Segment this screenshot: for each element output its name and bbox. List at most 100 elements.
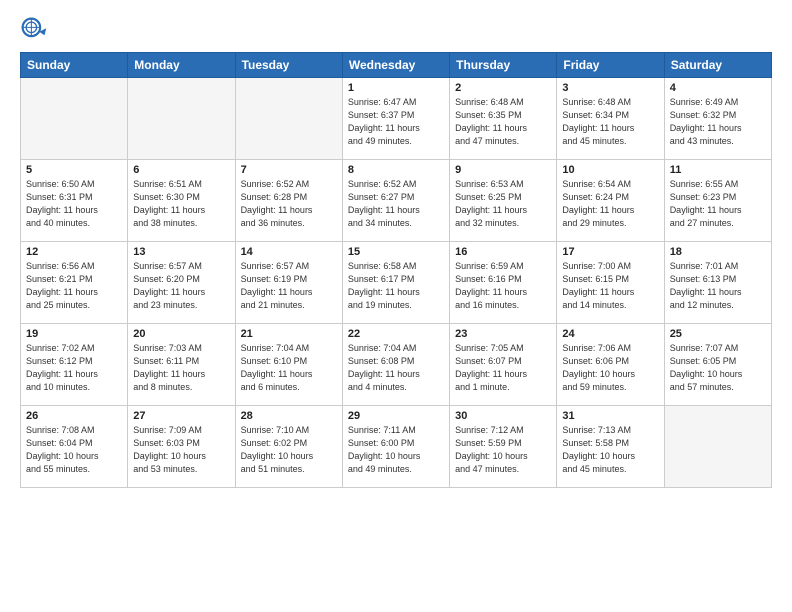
calendar-cell: 3Sunrise: 6:48 AM Sunset: 6:34 PM Daylig… — [557, 78, 664, 160]
day-number: 28 — [241, 410, 337, 422]
calendar-cell: 12 Sunrise: 6:56 AM Sunset: 6:21 PM Dayli… — [21, 242, 128, 324]
day-number: 12 — [26, 246, 122, 258]
day-info: Sunrise: 6:50 AM Sunset: 6:31 PM Dayligh… — [26, 178, 122, 230]
calendar-cell: 17 Sunrise: 7:00 AM Sunset: 6:15 PM Dayli… — [557, 242, 664, 324]
day-info: Sunrise: 6:48 AM Sunset: 6:35 PM Dayligh… — [455, 96, 551, 148]
weekday-header-monday: Monday — [128, 53, 235, 78]
calendar-cell: 2Sunrise: 6:48 AM Sunset: 6:35 PM Daylig… — [450, 78, 557, 160]
week-row-5: 26 Sunrise: 7:08 AM Sunset: 6:04 PM Dayli… — [21, 406, 772, 488]
day-number: 25 — [670, 328, 766, 340]
day-info: Sunrise: 7:07 AM Sunset: 6:05 PM Dayligh… — [670, 342, 766, 394]
day-number: 24 — [562, 328, 658, 340]
calendar-cell: 7 Sunrise: 6:52 AM Sunset: 6:28 PM Daylig… — [235, 160, 342, 242]
day-info: Sunrise: 7:08 AM Sunset: 6:04 PM Dayligh… — [26, 424, 122, 476]
week-row-1: 1Sunrise: 6:47 AM Sunset: 6:37 PM Daylig… — [21, 78, 772, 160]
day-number: 15 — [348, 246, 444, 258]
day-info: Sunrise: 6:56 AM Sunset: 6:21 PM Dayligh… — [26, 260, 122, 312]
day-number: 30 — [455, 410, 551, 422]
day-info: Sunrise: 6:54 AM Sunset: 6:24 PM Dayligh… — [562, 178, 658, 230]
calendar-cell: 29Sunrise: 7:11 AM Sunset: 6:00 PM Dayli… — [342, 406, 449, 488]
calendar-page: SundayMondayTuesdayWednesdayThursdayFrid… — [0, 0, 792, 612]
weekday-header-saturday: Saturday — [664, 53, 771, 78]
calendar-cell: 22 Sunrise: 7:04 AM Sunset: 6:08 PM Dayli… — [342, 324, 449, 406]
calendar-cell: 20 Sunrise: 7:03 AM Sunset: 6:11 PM Dayli… — [128, 324, 235, 406]
calendar-cell: 14 Sunrise: 6:57 AM Sunset: 6:19 PM Dayli… — [235, 242, 342, 324]
calendar-cell: 18 Sunrise: 7:01 AM Sunset: 6:13 PM Dayli… — [664, 242, 771, 324]
day-info: Sunrise: 6:49 AM Sunset: 6:32 PM Dayligh… — [670, 96, 766, 148]
day-info: Sunrise: 7:04 AM Sunset: 6:10 PM Dayligh… — [241, 342, 337, 394]
calendar-cell: 9 Sunrise: 6:53 AM Sunset: 6:25 PM Daylig… — [450, 160, 557, 242]
calendar-cell: 24 Sunrise: 7:06 AM Sunset: 6:06 PM Dayli… — [557, 324, 664, 406]
calendar-cell: 10 Sunrise: 6:54 AM Sunset: 6:24 PM Dayli… — [557, 160, 664, 242]
day-number: 31 — [562, 410, 658, 422]
calendar-cell: 13Sunrise: 6:57 AM Sunset: 6:20 PM Dayli… — [128, 242, 235, 324]
weekday-header-row: SundayMondayTuesdayWednesdayThursdayFrid… — [21, 53, 772, 78]
day-number: 9 — [455, 164, 551, 176]
day-info: Sunrise: 7:00 AM Sunset: 6:15 PM Dayligh… — [562, 260, 658, 312]
calendar-cell: 4Sunrise: 6:49 AM Sunset: 6:32 PM Daylig… — [664, 78, 771, 160]
calendar-cell: 23 Sunrise: 7:05 AM Sunset: 6:07 PM Dayli… — [450, 324, 557, 406]
calendar-cell: 25 Sunrise: 7:07 AM Sunset: 6:05 PM Dayli… — [664, 324, 771, 406]
day-number: 22 — [348, 328, 444, 340]
week-row-2: 5 Sunrise: 6:50 AM Sunset: 6:31 PM Daylig… — [21, 160, 772, 242]
calendar-cell — [664, 406, 771, 488]
calendar-cell: 21 Sunrise: 7:04 AM Sunset: 6:10 PM Dayli… — [235, 324, 342, 406]
calendar-cell: 16Sunrise: 6:59 AM Sunset: 6:16 PM Dayli… — [450, 242, 557, 324]
weekday-header-wednesday: Wednesday — [342, 53, 449, 78]
day-number: 23 — [455, 328, 551, 340]
weekday-header-thursday: Thursday — [450, 53, 557, 78]
calendar-cell: 26 Sunrise: 7:08 AM Sunset: 6:04 PM Dayli… — [21, 406, 128, 488]
calendar-cell: 11 Sunrise: 6:55 AM Sunset: 6:23 PM Dayli… — [664, 160, 771, 242]
day-info: Sunrise: 6:53 AM Sunset: 6:25 PM Dayligh… — [455, 178, 551, 230]
day-number: 5 — [26, 164, 122, 176]
day-info: Sunrise: 7:02 AM Sunset: 6:12 PM Dayligh… — [26, 342, 122, 394]
day-number: 11 — [670, 164, 766, 176]
day-number: 20 — [133, 328, 229, 340]
week-row-3: 12 Sunrise: 6:56 AM Sunset: 6:21 PM Dayli… — [21, 242, 772, 324]
day-number: 27 — [133, 410, 229, 422]
weekday-header-tuesday: Tuesday — [235, 53, 342, 78]
day-number: 29 — [348, 410, 444, 422]
day-info: Sunrise: 7:06 AM Sunset: 6:06 PM Dayligh… — [562, 342, 658, 394]
day-info: Sunrise: 6:52 AM Sunset: 6:28 PM Dayligh… — [241, 178, 337, 230]
week-row-4: 19Sunrise: 7:02 AM Sunset: 6:12 PM Dayli… — [21, 324, 772, 406]
weekday-header-friday: Friday — [557, 53, 664, 78]
day-info: Sunrise: 6:52 AM Sunset: 6:27 PM Dayligh… — [348, 178, 444, 230]
day-number: 17 — [562, 246, 658, 258]
day-info: Sunrise: 6:55 AM Sunset: 6:23 PM Dayligh… — [670, 178, 766, 230]
day-info: Sunrise: 7:03 AM Sunset: 6:11 PM Dayligh… — [133, 342, 229, 394]
day-info: Sunrise: 6:59 AM Sunset: 6:16 PM Dayligh… — [455, 260, 551, 312]
day-info: Sunrise: 6:57 AM Sunset: 6:19 PM Dayligh… — [241, 260, 337, 312]
page-header — [20, 16, 772, 44]
day-info: Sunrise: 7:12 AM Sunset: 5:59 PM Dayligh… — [455, 424, 551, 476]
day-info: Sunrise: 7:09 AM Sunset: 6:03 PM Dayligh… — [133, 424, 229, 476]
day-number: 7 — [241, 164, 337, 176]
calendar-cell: 6Sunrise: 6:51 AM Sunset: 6:30 PM Daylig… — [128, 160, 235, 242]
day-number: 14 — [241, 246, 337, 258]
day-number: 3 — [562, 82, 658, 94]
day-number: 21 — [241, 328, 337, 340]
calendar-cell: 28Sunrise: 7:10 AM Sunset: 6:02 PM Dayli… — [235, 406, 342, 488]
day-info: Sunrise: 7:13 AM Sunset: 5:58 PM Dayligh… — [562, 424, 658, 476]
calendar-cell: 15 Sunrise: 6:58 AM Sunset: 6:17 PM Dayli… — [342, 242, 449, 324]
calendar-cell — [21, 78, 128, 160]
calendar-cell — [128, 78, 235, 160]
day-number: 1 — [348, 82, 444, 94]
calendar-cell: 5 Sunrise: 6:50 AM Sunset: 6:31 PM Daylig… — [21, 160, 128, 242]
day-number: 10 — [562, 164, 658, 176]
day-info: Sunrise: 7:05 AM Sunset: 6:07 PM Dayligh… — [455, 342, 551, 394]
day-info: Sunrise: 6:58 AM Sunset: 6:17 PM Dayligh… — [348, 260, 444, 312]
weekday-header-sunday: Sunday — [21, 53, 128, 78]
calendar-cell: 31 Sunrise: 7:13 AM Sunset: 5:58 PM Dayli… — [557, 406, 664, 488]
day-info: Sunrise: 7:04 AM Sunset: 6:08 PM Dayligh… — [348, 342, 444, 394]
calendar-cell: 19Sunrise: 7:02 AM Sunset: 6:12 PM Dayli… — [21, 324, 128, 406]
day-number: 26 — [26, 410, 122, 422]
day-number: 18 — [670, 246, 766, 258]
logo-icon — [20, 16, 48, 44]
calendar-cell: 1Sunrise: 6:47 AM Sunset: 6:37 PM Daylig… — [342, 78, 449, 160]
calendar-cell: 8Sunrise: 6:52 AM Sunset: 6:27 PM Daylig… — [342, 160, 449, 242]
day-info: Sunrise: 6:57 AM Sunset: 6:20 PM Dayligh… — [133, 260, 229, 312]
calendar-cell — [235, 78, 342, 160]
calendar-cell: 30 Sunrise: 7:12 AM Sunset: 5:59 PM Dayli… — [450, 406, 557, 488]
day-info: Sunrise: 7:01 AM Sunset: 6:13 PM Dayligh… — [670, 260, 766, 312]
